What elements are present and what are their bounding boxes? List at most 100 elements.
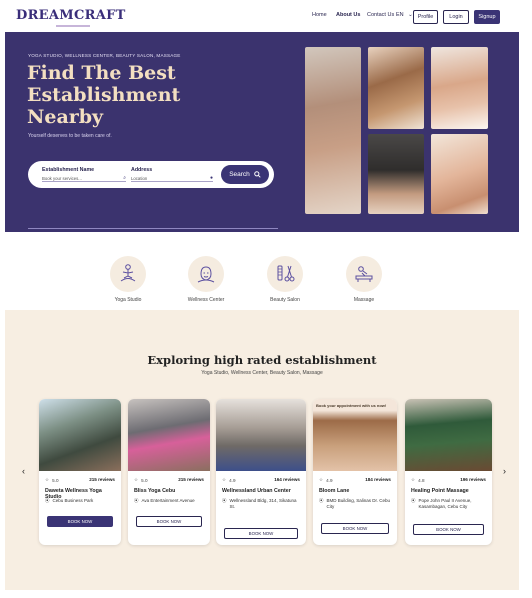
hero-title-line: Establishment [27, 84, 181, 106]
establishment-placeholder: Book your services... [42, 175, 82, 181]
location-pin-icon: ● [209, 175, 213, 181]
book-now-button[interactable]: BOOK NOW [47, 516, 113, 527]
language-selector[interactable]: EN ⌄ [396, 12, 413, 18]
location-text: Ava Entertainment Avenue [141, 498, 195, 503]
massage-icon [346, 256, 382, 292]
establishment-image [405, 399, 492, 471]
category-beauty-salon[interactable]: Beauty Salon [255, 256, 315, 303]
search-icon [254, 171, 261, 178]
spa-face-image [431, 134, 488, 214]
rating-value: 5.0 [52, 477, 59, 483]
hero-subtitle: Yourself deserves to be taken care of. [28, 133, 112, 139]
category-massage[interactable]: Massage [334, 256, 394, 303]
book-now-button[interactable]: BOOK NOW [136, 516, 202, 527]
star-icon: ☆ [222, 477, 227, 482]
review-count: 184 reviews [365, 477, 391, 482]
featured-subtitle: Yoga Studio, Wellness Center, Beauty Sal… [201, 370, 323, 376]
search-button-label: Search [229, 171, 250, 178]
establishment-card[interactable]: ☆ 4.8 196 reviews Healing Point Massage ⦿… [405, 399, 492, 545]
location-text: BMD Building, Salinas Dr. Cebu City [326, 498, 391, 509]
star-icon: ☆ [319, 477, 324, 482]
profile-button[interactable]: Profile [413, 10, 438, 24]
star-icon: ☆ [134, 477, 139, 482]
establishment-name: Wellnessland Urban Center [222, 488, 291, 494]
category-label: Wellness Center [187, 297, 225, 303]
review-count: 164 reviews [274, 477, 300, 482]
signup-button[interactable]: Signup [474, 10, 500, 24]
rating-value: 5.0 [141, 477, 148, 483]
category-wellness-center[interactable]: Wellness Center [176, 256, 236, 303]
location-text: Wellnessland Bldg, 314, Sikatuna St. [229, 498, 297, 509]
establishment-name: Bloom Lane [319, 488, 350, 494]
hero-title-line: Find The Best [27, 62, 176, 84]
carousel-next-icon[interactable]: › [503, 466, 506, 476]
logo-text: DREAMCRAFT [16, 8, 126, 23]
book-now-button[interactable]: BOOK NOW [224, 528, 298, 539]
category-yoga-studio[interactable]: Yoga Studio [98, 256, 158, 303]
category-label: Massage [353, 297, 375, 303]
star-icon: ☆ [411, 477, 416, 482]
rating-value: 4.9 [229, 477, 236, 483]
yoga-icon [110, 256, 146, 292]
nav-home[interactable]: Home [312, 12, 327, 18]
logo-underline [56, 25, 90, 27]
face-massage-image [431, 47, 488, 129]
book-now-button[interactable]: BOOK NOW [413, 524, 484, 535]
book-now-button[interactable]: BOOK NOW [321, 523, 389, 534]
location-pin-icon: ⦿ [411, 498, 416, 503]
establishment-image [39, 399, 121, 471]
location-text: Pope John Paul II Avenue, Kasambagan, Ce… [418, 498, 472, 509]
hero-title: Find The Best Establishment Nearby [27, 62, 227, 128]
establishment-card[interactable]: ☆ 4.9 164 reviews Wellnessland Urban Cent… [216, 399, 306, 545]
search-button[interactable]: Search [221, 165, 269, 184]
establishment-image: Book your appointment with us now! [313, 399, 397, 471]
nav-about-us[interactable]: About Us [336, 12, 360, 18]
search-bar: Establishment Name Book your services...… [28, 161, 274, 188]
location-pin-icon: ⦿ [319, 498, 324, 503]
carousel-prev-icon[interactable]: ‹ [22, 466, 25, 476]
establishment-location: ⦿ Ava Entertainment Avenue [134, 498, 204, 504]
establishment-label: Establishment Name [42, 167, 95, 173]
language-label: EN [396, 12, 404, 18]
establishment-card[interactable]: ☆ 5.0 215 reviews Daweta Wellness Yoga St… [39, 399, 121, 545]
facial-treatment-image [305, 47, 361, 214]
promo-banner: Book your appointment with us now! [316, 403, 387, 408]
category-label: Yoga Studio [114, 297, 142, 303]
hair-styling-image [368, 47, 424, 129]
address-placeholder: Location [131, 175, 148, 181]
hero-divider [28, 228, 278, 229]
establishment-location: ⦿ Wellnessland Bldg, 314, Sikatuna St. [222, 498, 300, 510]
top-nav: DREAMCRAFT Home About Us Contact Us EN ⌄… [0, 0, 532, 32]
rating-value: 4.9 [326, 477, 333, 483]
location-pin-icon: ⦿ [45, 498, 50, 503]
address-input[interactable]: Location ● [131, 175, 213, 182]
establishment-image [128, 399, 210, 471]
establishment-location: ⦿ BMD Building, Salinas Dr. Cebu City [319, 498, 391, 510]
category-label: Beauty Salon [270, 297, 300, 303]
address-label: Address [131, 167, 153, 173]
establishment-card[interactable]: ☆ 5.0 215 reviews Bliss Yoga Cebu ⦿ Ava En… [128, 399, 210, 545]
wellness-icon [188, 256, 224, 292]
review-count: 215 reviews [89, 477, 115, 482]
establishment-location: ⦿ Cebu Business Park [45, 498, 115, 504]
hero-eyebrow: YOGA STUDIO, WELLNESS CENTER, BEAUTY SAL… [28, 53, 181, 58]
rating: ☆ 4.9 [319, 477, 333, 483]
login-button[interactable]: Login [443, 10, 469, 24]
search-icon: ⌕ [123, 175, 126, 181]
salon-icon [267, 256, 303, 292]
location-pin-icon: ⦿ [134, 498, 139, 503]
establishment-input[interactable]: Book your services... ⌕ [42, 175, 126, 182]
nav-contact-us[interactable]: Contact Us [367, 12, 394, 18]
rating-value: 4.8 [418, 477, 425, 483]
establishment-location: ⦿ Pope John Paul II Avenue, Kasambagan, C… [411, 498, 486, 510]
location-text: Cebu Business Park [52, 498, 94, 503]
rating: ☆ 4.8 [411, 477, 425, 483]
rating: ☆ 4.9 [222, 477, 236, 483]
featured-title: Exploring high rated establishment [147, 353, 377, 367]
review-count: 196 reviews [460, 477, 486, 482]
review-count: 215 reviews [178, 477, 204, 482]
establishment-card[interactable]: Book your appointment with us now! ☆ 4.9 … [313, 399, 397, 545]
logo[interactable]: DREAMCRAFT [16, 8, 126, 27]
establishment-image [216, 399, 306, 471]
back-massage-image [368, 134, 424, 214]
